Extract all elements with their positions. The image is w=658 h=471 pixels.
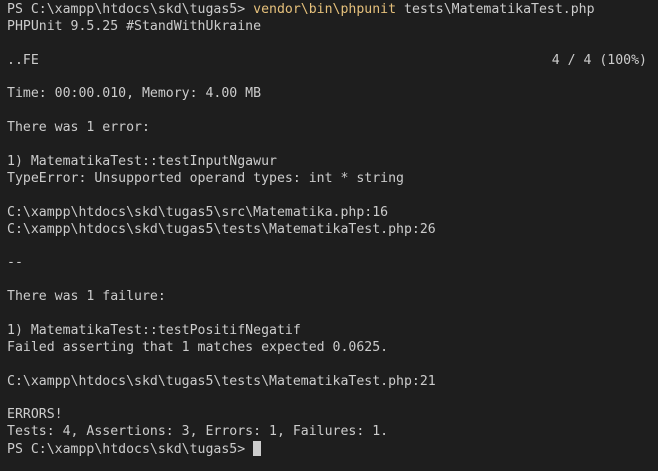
error-message: TypeError: Unsupported operand types: in…	[7, 170, 404, 186]
failure-trace-line: C:\xampp\htdocs\skd\tugas5\tests\Matemat…	[7, 373, 436, 389]
error-header: There was 1 error:	[7, 120, 150, 136]
terminal-window[interactable]: PS C:\xampp\htdocs\skd\tugas5> vendor\bi…	[0, 0, 658, 471]
result-label: ERRORS!	[7, 407, 63, 423]
command-args: tests\MatematikaTest.php	[396, 2, 595, 17]
progress-line: ..FE 4 / 4 (100%)	[7, 53, 658, 70]
prompt: PS C:\xampp\htdocs\skd\tugas5>	[7, 442, 254, 458]
error-trace-line: C:\xampp\htdocs\skd\tugas5\src\Matematik…	[7, 204, 389, 220]
progress-marks: ..FE	[7, 52, 39, 68]
error-trace-line: C:\xampp\htdocs\skd\tugas5\tests\Matemat…	[7, 221, 436, 237]
error-test-name: 1) MatematikaTest::testInputNgawur	[7, 154, 277, 170]
command-name: vendor\bin\phpunit	[253, 2, 397, 17]
separator: --	[7, 255, 23, 271]
command-line: PS C:\xampp\htdocs\skd\tugas5> vendor\bi…	[7, 2, 658, 19]
time-memory: Time: 00:00.010, Memory: 4.00 MB	[7, 86, 262, 102]
progress-count: 4 / 4 (100%)	[551, 52, 647, 68]
failure-message: Failed asserting that 1 matches expected…	[7, 339, 389, 355]
prompt: PS C:\xampp\htdocs\skd\tugas5>	[7, 2, 254, 17]
prompt-line[interactable]: PS C:\xampp\htdocs\skd\tugas5>	[7, 441, 658, 458]
phpunit-version: PHPUnit 9.5.25 #StandWithUkraine	[7, 18, 262, 34]
failure-test-name: 1) MatematikaTest::testPositifNegatif	[7, 322, 301, 338]
failure-header: There was 1 failure:	[7, 289, 166, 305]
summary-line: Tests: 4, Assertions: 3, Errors: 1, Fail…	[7, 424, 389, 440]
text-cursor	[253, 441, 262, 457]
